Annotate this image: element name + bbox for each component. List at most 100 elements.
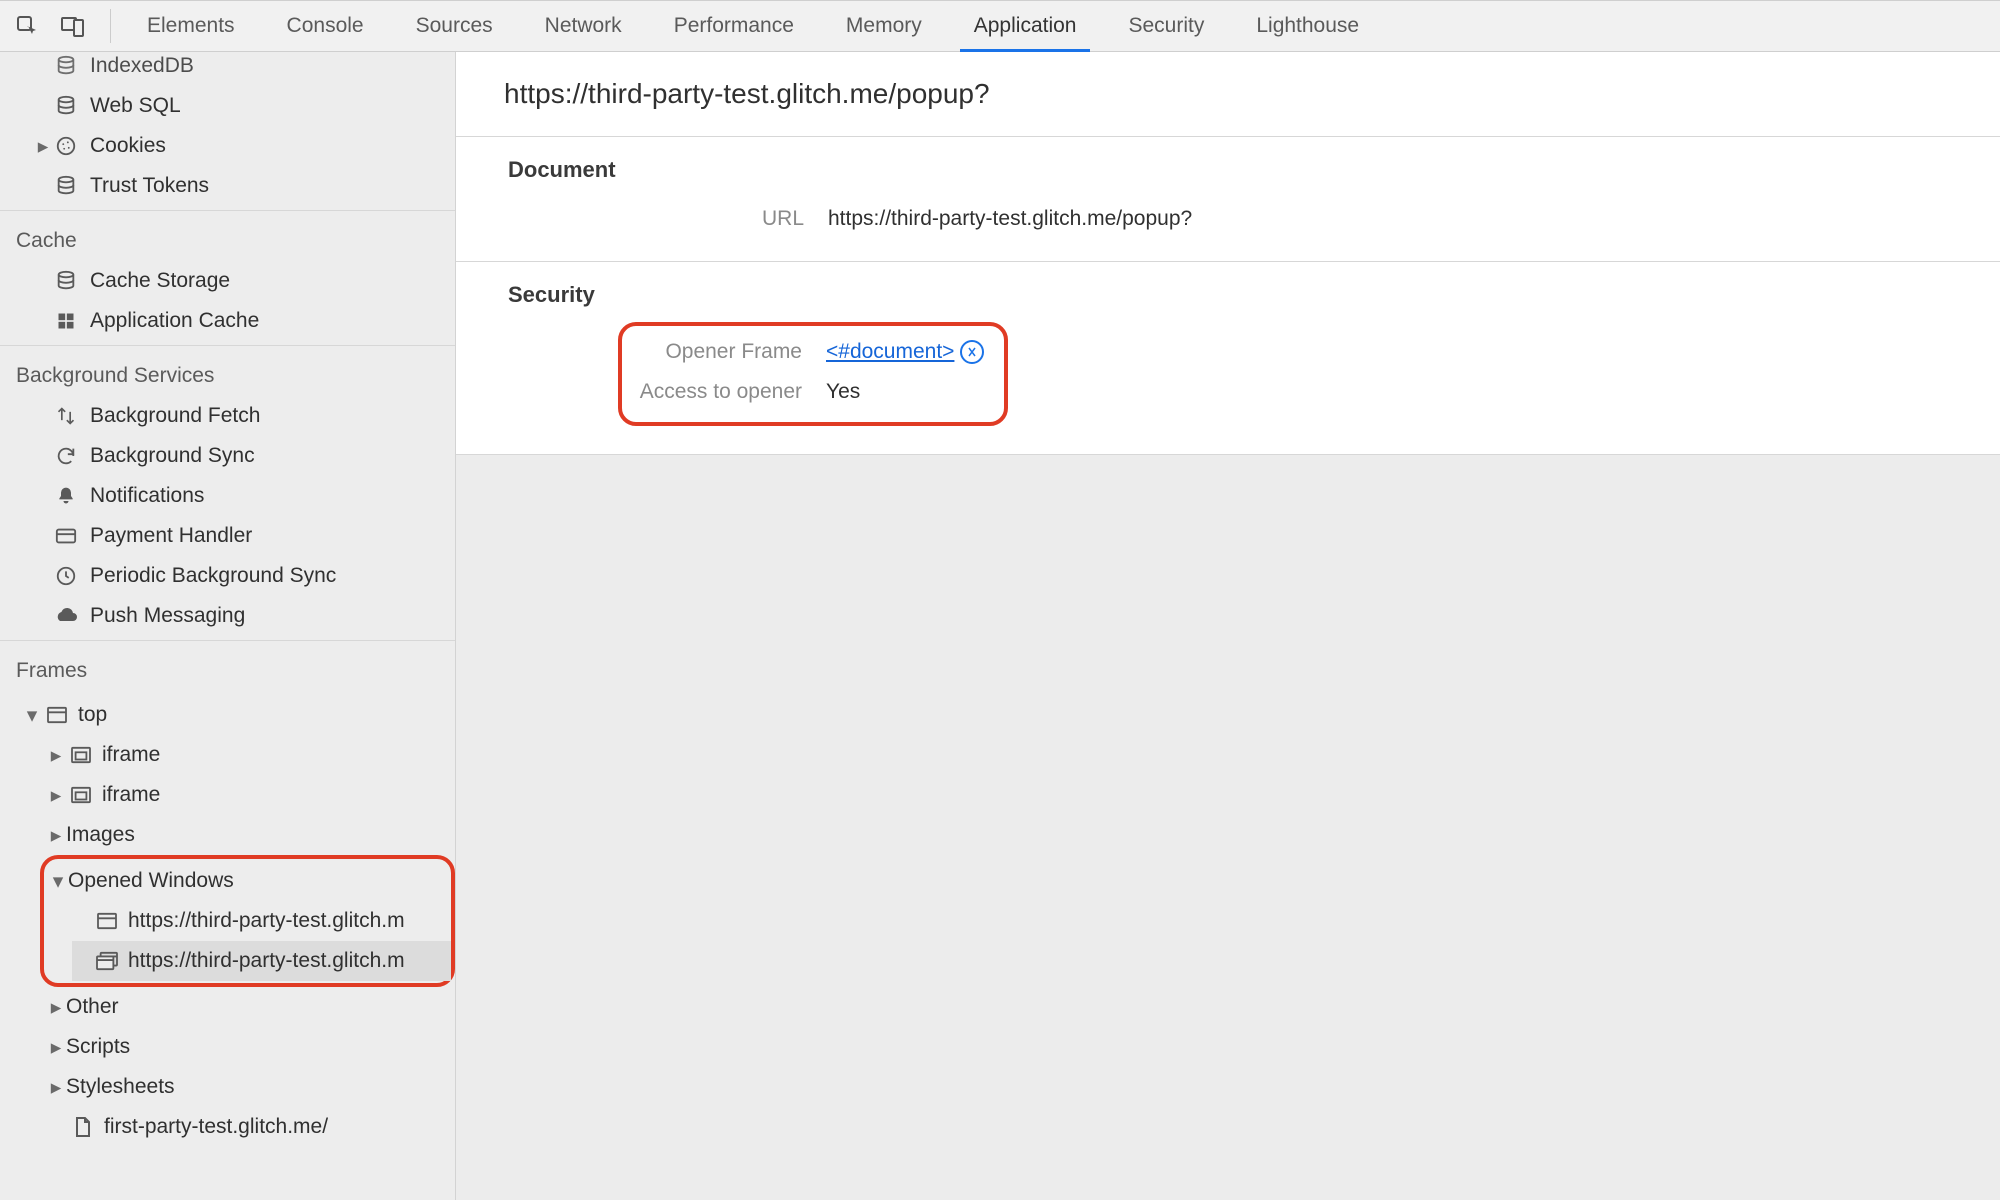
tab-console[interactable]: Console xyxy=(261,1,390,51)
credit-card-icon xyxy=(52,522,80,550)
iframe-icon xyxy=(68,783,94,807)
sidebar-heading-frames: Frames xyxy=(0,649,455,691)
application-content: https://third-party-test.glitch.me/popup… xyxy=(456,52,2000,1200)
sidebar-item-websql[interactable]: Web SQL xyxy=(0,86,455,126)
tree-label: Stylesheets xyxy=(66,1075,175,1099)
sidebar-item-background-sync[interactable]: Background Sync xyxy=(0,436,455,476)
tab-sources[interactable]: Sources xyxy=(390,1,519,51)
section-heading: Document xyxy=(498,157,2000,183)
sync-icon xyxy=(52,442,80,470)
tree-label: Other xyxy=(66,995,119,1019)
cloud-icon xyxy=(52,602,80,630)
sidebar-item-notifications[interactable]: Notifications xyxy=(0,476,455,516)
caret-right-icon: ▸ xyxy=(34,134,52,159)
frame-iframe[interactable]: ▸ iframe xyxy=(46,735,455,775)
device-toolbar-icon[interactable] xyxy=(54,7,92,45)
frame-document-file[interactable]: first-party-test.glitch.me/ xyxy=(46,1107,455,1147)
tree-label: Images xyxy=(66,823,135,847)
caret-right-icon: ▸ xyxy=(46,995,66,1020)
frame-top[interactable]: ▾ top xyxy=(22,695,455,735)
caret-down-icon: ▾ xyxy=(48,869,68,894)
sidebar-item-indexeddb[interactable]: IndexedDB xyxy=(0,52,455,86)
tab-elements[interactable]: Elements xyxy=(121,1,261,51)
database-icon xyxy=(52,52,80,80)
opened-window-item-selected[interactable]: ▸ https://third-party-test.glitch.m xyxy=(72,941,451,981)
section-document: Document URL https://third-party-test.gl… xyxy=(456,137,2000,262)
inspect-element-icon[interactable] xyxy=(8,7,46,45)
tab-security[interactable]: Security xyxy=(1102,1,1230,51)
tabbar-divider xyxy=(110,9,111,43)
kv-label-opener-frame: Opener Frame xyxy=(636,340,826,364)
tree-label: https://third-party-test.glitch.m xyxy=(128,949,405,973)
database-icon xyxy=(52,92,80,120)
document-icon xyxy=(70,1115,96,1139)
frame-stylesheets[interactable]: ▸ Stylesheets xyxy=(46,1067,455,1107)
kv-label-url: URL xyxy=(498,207,828,231)
window-icon xyxy=(94,909,120,933)
sidebar-item-push-messaging[interactable]: Push Messaging xyxy=(0,596,455,636)
page-url-title: https://third-party-test.glitch.me/popup… xyxy=(456,52,2000,137)
caret-right-icon: ▸ xyxy=(46,823,66,848)
tree-label: iframe xyxy=(102,783,160,807)
window-icon xyxy=(44,703,70,727)
clock-icon xyxy=(52,562,80,590)
grid-icon xyxy=(52,307,80,335)
sidebar-item-payment-handler[interactable]: Payment Handler xyxy=(0,516,455,556)
section-heading: Security xyxy=(498,282,2000,308)
caret-right-icon: ▸ xyxy=(46,1075,66,1100)
tree-label: Opened Windows xyxy=(68,869,234,893)
tab-memory[interactable]: Memory xyxy=(820,1,948,51)
tree-label: first-party-test.glitch.me/ xyxy=(104,1115,328,1139)
sidebar-item-label: Push Messaging xyxy=(90,604,245,628)
frame-iframe[interactable]: ▸ iframe xyxy=(46,775,455,815)
tab-performance[interactable]: Performance xyxy=(648,1,820,51)
sidebar-item-periodic-bg-sync[interactable]: Periodic Background Sync xyxy=(0,556,455,596)
cookie-icon xyxy=(52,132,80,160)
caret-right-icon: ▸ xyxy=(46,783,66,808)
windows-stack-icon xyxy=(94,949,120,973)
inspect-node-icon[interactable] xyxy=(960,340,984,364)
sidebar-item-label: Web SQL xyxy=(90,94,181,118)
tree-label: top xyxy=(78,703,107,727)
devtools-tabbar: Elements Console Sources Network Perform… xyxy=(0,0,2000,52)
sidebar-item-label: Trust Tokens xyxy=(90,174,209,198)
sidebar-heading-cache: Cache xyxy=(0,219,455,261)
caret-right-icon: ▸ xyxy=(46,1035,66,1060)
bell-icon xyxy=(52,482,80,510)
frame-images[interactable]: ▸ Images xyxy=(46,815,455,855)
sidebar-item-label: Periodic Background Sync xyxy=(90,564,336,588)
transfer-icon xyxy=(52,402,80,430)
tab-network[interactable]: Network xyxy=(519,1,648,51)
sidebar-item-label: Payment Handler xyxy=(90,524,252,548)
iframe-icon xyxy=(68,743,94,767)
page-title-text: https://third-party-test.glitch.me/popup… xyxy=(504,78,990,109)
caret-right-icon: ▸ xyxy=(46,743,66,768)
application-sidebar: IndexedDB Web SQL ▸ Cookies Trust Token xyxy=(0,52,456,1200)
sidebar-item-label: Cache Storage xyxy=(90,269,230,293)
callout-security-info: Opener Frame <#document> Access to opene… xyxy=(618,322,1008,426)
frame-scripts[interactable]: ▸ Scripts xyxy=(46,1027,455,1067)
sidebar-item-cache-storage[interactable]: Cache Storage xyxy=(0,261,455,301)
sidebar-item-cookies[interactable]: ▸ Cookies xyxy=(0,126,455,166)
sidebar-item-background-fetch[interactable]: Background Fetch xyxy=(0,396,455,436)
database-icon xyxy=(52,172,80,200)
sidebar-item-label: Notifications xyxy=(90,484,204,508)
tab-lighthouse[interactable]: Lighthouse xyxy=(1230,1,1385,51)
sidebar-heading-bg-services: Background Services xyxy=(0,354,455,396)
frame-other[interactable]: ▸ Other xyxy=(46,987,455,1027)
tree-label: https://third-party-test.glitch.m xyxy=(128,909,405,933)
tree-label: iframe xyxy=(102,743,160,767)
caret-down-icon: ▾ xyxy=(22,703,42,728)
sidebar-item-application-cache[interactable]: Application Cache xyxy=(0,301,455,341)
opener-frame-link[interactable]: <#document> xyxy=(826,340,954,364)
sidebar-item-trust-tokens[interactable]: Trust Tokens xyxy=(0,166,455,206)
opened-window-item[interactable]: ▸ https://third-party-test.glitch.m xyxy=(72,901,451,941)
tab-application[interactable]: Application xyxy=(948,1,1103,51)
kv-value-url: https://third-party-test.glitch.me/popup… xyxy=(828,207,1192,231)
kv-value-access-opener: Yes xyxy=(826,380,860,404)
frame-opened-windows[interactable]: ▾ Opened Windows xyxy=(48,861,451,901)
tree-label: Scripts xyxy=(66,1035,130,1059)
callout-opened-windows: ▾ Opened Windows ▸ https://third-party-t… xyxy=(40,855,455,987)
sidebar-item-label: IndexedDB xyxy=(90,54,194,78)
sidebar-item-label: Background Sync xyxy=(90,444,255,468)
